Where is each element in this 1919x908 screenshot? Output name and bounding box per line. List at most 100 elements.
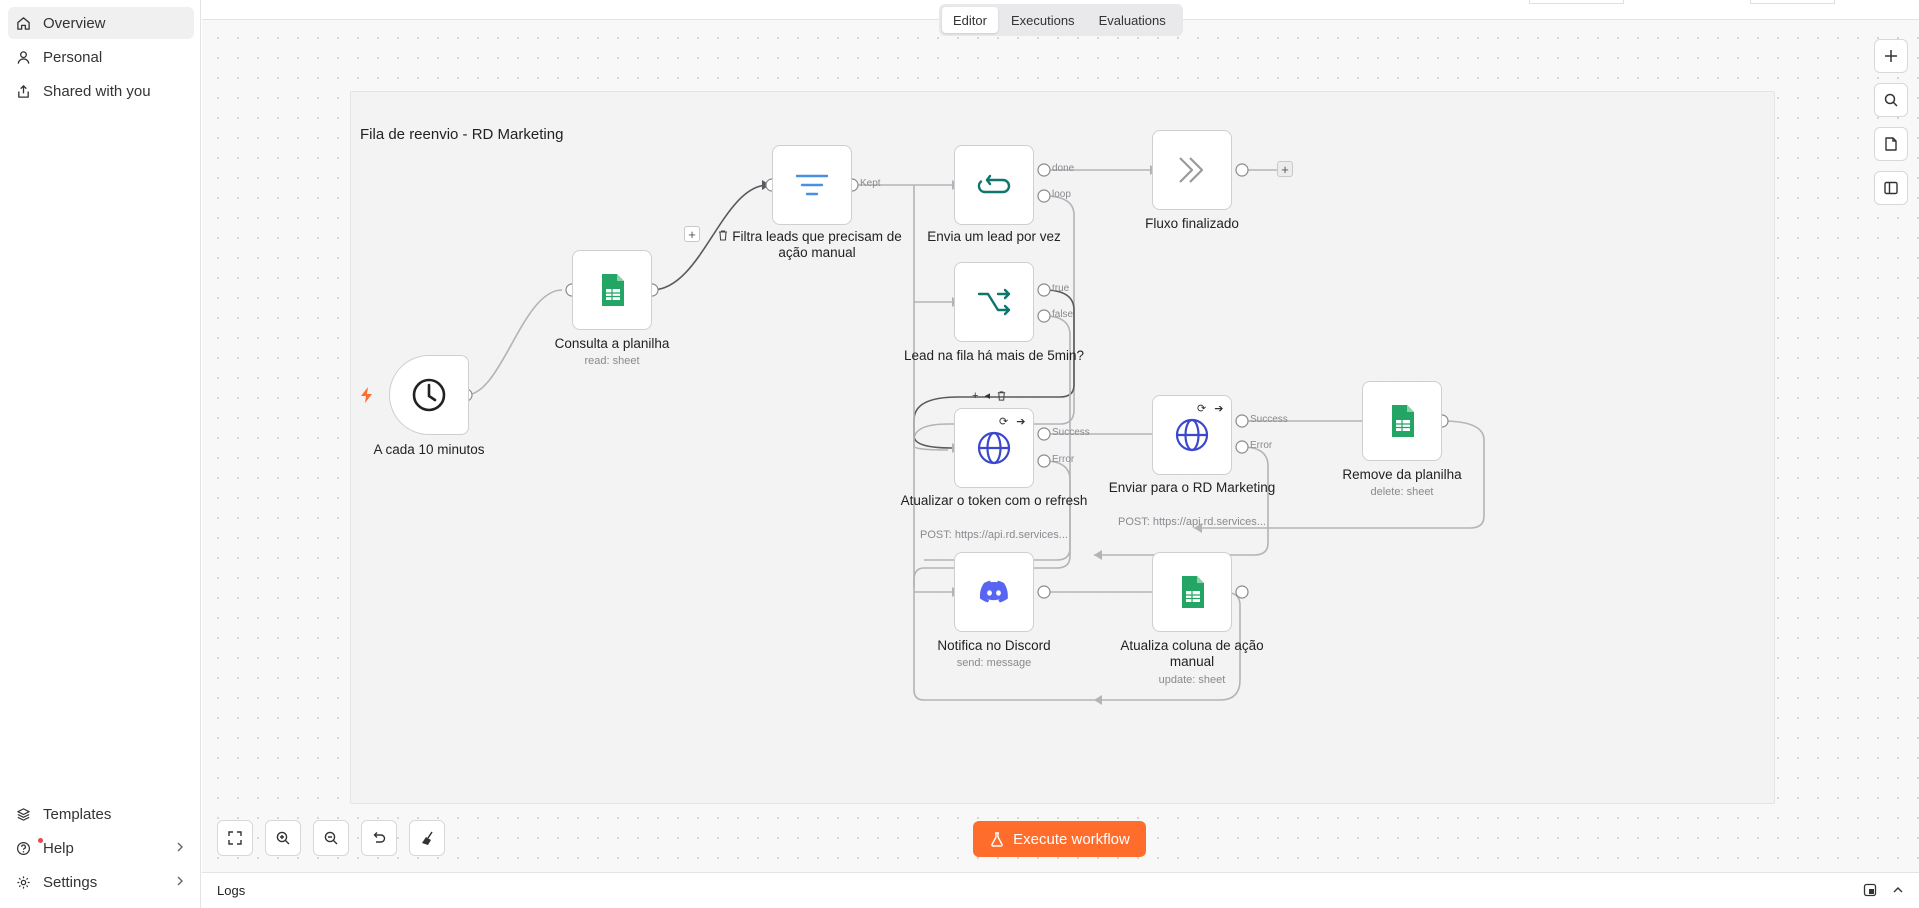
sidebar-item-label: Shared with you xyxy=(43,82,151,100)
node-label: Enviar para o RD Marketing xyxy=(1108,480,1276,495)
add-node-button[interactable]: + xyxy=(1277,161,1293,177)
node-discord[interactable] xyxy=(954,552,1034,632)
node-subtitle: POST: https://api.rd.services... xyxy=(920,529,1068,541)
search-button[interactable] xyxy=(1874,83,1908,117)
logs-panel-bar[interactable]: Logs xyxy=(202,872,1919,908)
port-label: done xyxy=(1052,163,1075,174)
chevron-right-icon xyxy=(177,842,183,852)
tidy-up-button[interactable] xyxy=(409,820,445,856)
panel-icon xyxy=(1884,181,1898,195)
sidebar-item-settings[interactable]: Settings xyxy=(8,866,194,898)
node-subtitle: read: sheet xyxy=(584,355,640,367)
node-hover-actions: ⟳ ➔ xyxy=(1197,402,1223,415)
node-subtitle: update: sheet xyxy=(1158,674,1226,686)
port-label: false xyxy=(1052,309,1074,320)
google-sheets-icon xyxy=(602,274,624,306)
sidebar-item-label: Overview xyxy=(43,14,106,32)
execute-label: Execute workflow xyxy=(1013,830,1130,848)
node-subtitle: POST: https://api.rd.services... xyxy=(1118,516,1266,528)
canvas-bottom-toolbar xyxy=(217,820,445,856)
port-label: loop xyxy=(1052,189,1071,200)
port-label: Error xyxy=(1250,440,1273,451)
node-http-refresh[interactable]: ⟳ ➔ xyxy=(954,408,1034,488)
double-chevron-right-icon xyxy=(1179,157,1204,183)
sidebar-item-label: Help xyxy=(43,839,74,857)
node-http-send[interactable]: ⟳ ➔ xyxy=(1152,395,1232,475)
port-label: Success xyxy=(1052,427,1090,438)
node-label: Fluxo finalizado xyxy=(1145,216,1239,231)
fit-view-button[interactable] xyxy=(217,820,253,856)
zoom-in-icon xyxy=(276,831,290,845)
undo-icon xyxy=(373,832,386,843)
arrow-right-icon[interactable]: ➔ xyxy=(1016,415,1025,428)
notification-dot xyxy=(38,838,43,843)
note-icon xyxy=(1885,137,1897,151)
add-icon[interactable]: + xyxy=(972,390,978,402)
add-node-button[interactable]: + xyxy=(684,226,700,242)
chevron-up-icon[interactable] xyxy=(1891,883,1905,897)
filter-icon xyxy=(795,174,829,196)
plus-icon xyxy=(1885,50,1897,62)
workflow-canvas[interactable]: Editor Executions Evaluations Fila de re… xyxy=(202,0,1919,872)
globe-icon xyxy=(1175,418,1209,452)
arrow-icon[interactable]: ◂ xyxy=(984,389,990,402)
node-label: Atualizar o token com o refresh xyxy=(900,493,1088,508)
zoom-in-button[interactable] xyxy=(265,820,301,856)
node-toolbar: + ◂ xyxy=(972,389,1007,402)
discord-icon xyxy=(979,580,1008,603)
reset-zoom-button[interactable] xyxy=(361,820,397,856)
share-icon xyxy=(18,84,29,98)
sidebar-item-shared[interactable]: Shared with you xyxy=(8,75,194,107)
toggle-panel-button[interactable] xyxy=(1874,171,1908,205)
clock-icon xyxy=(412,378,446,412)
branch-icon xyxy=(977,288,1011,316)
zoom-out-icon xyxy=(324,831,338,845)
sidebar-item-label: Personal xyxy=(43,48,103,66)
logs-actions xyxy=(1863,883,1905,897)
fullscreen-icon xyxy=(228,831,242,845)
sidebar-item-help[interactable]: Help xyxy=(8,832,194,864)
node-label: Filtra leads que precisam de ação manual xyxy=(732,229,902,260)
node-schedule-trigger[interactable] xyxy=(389,355,469,435)
sidebar: Overview Personal Shared with you Templa… xyxy=(0,0,201,908)
node-sheets-update[interactable] xyxy=(1152,552,1232,632)
retry-icon[interactable]: ⟳ xyxy=(999,415,1008,428)
node-sheets-read[interactable] xyxy=(572,250,652,330)
node-sheets-delete[interactable] xyxy=(1362,381,1442,461)
google-sheets-icon xyxy=(1182,576,1204,608)
sidebar-item-personal[interactable]: Personal xyxy=(8,41,194,73)
node-noop[interactable] xyxy=(1152,130,1232,210)
canvas-right-toolbar xyxy=(1874,39,1908,205)
gear-icon xyxy=(17,875,30,889)
node-loop[interactable] xyxy=(954,145,1034,225)
help-icon xyxy=(16,841,31,855)
add-node-button[interactable] xyxy=(1874,39,1908,73)
sidebar-item-label: Templates xyxy=(43,805,112,823)
arrow-right-icon[interactable]: ➔ xyxy=(1214,402,1223,415)
node-filter[interactable] xyxy=(772,145,852,225)
user-icon xyxy=(17,50,30,64)
sidebar-item-templates[interactable]: Templates xyxy=(8,798,194,830)
google-sheets-icon xyxy=(1392,405,1414,437)
popout-icon[interactable] xyxy=(1863,883,1877,897)
node-subtitle: send: message xyxy=(956,657,1032,669)
port-label: true xyxy=(1052,283,1070,294)
layers-icon xyxy=(17,807,30,821)
node-label: Notifica no Discord xyxy=(937,638,1051,653)
node-if[interactable] xyxy=(954,262,1034,342)
broom-icon xyxy=(422,831,433,845)
loop-icon xyxy=(977,174,1011,194)
execute-workflow-button[interactable]: Execute workflow xyxy=(973,821,1146,857)
lightning-icon xyxy=(361,387,372,403)
sidebar-item-label: Settings xyxy=(43,873,98,891)
port-label: Error xyxy=(1052,454,1075,465)
chevron-right-icon xyxy=(177,876,183,886)
node-label: Lead na fila há mais de 5min? xyxy=(903,348,1085,363)
sidebar-item-overview[interactable]: Overview xyxy=(8,7,194,39)
sticky-note-button[interactable] xyxy=(1874,127,1908,161)
flask-icon xyxy=(991,832,1003,847)
retry-icon[interactable]: ⟳ xyxy=(1197,402,1206,415)
node-subtitle: delete: sheet xyxy=(1370,486,1434,498)
zoom-out-button[interactable] xyxy=(313,820,349,856)
trash-icon[interactable] xyxy=(996,390,1007,401)
